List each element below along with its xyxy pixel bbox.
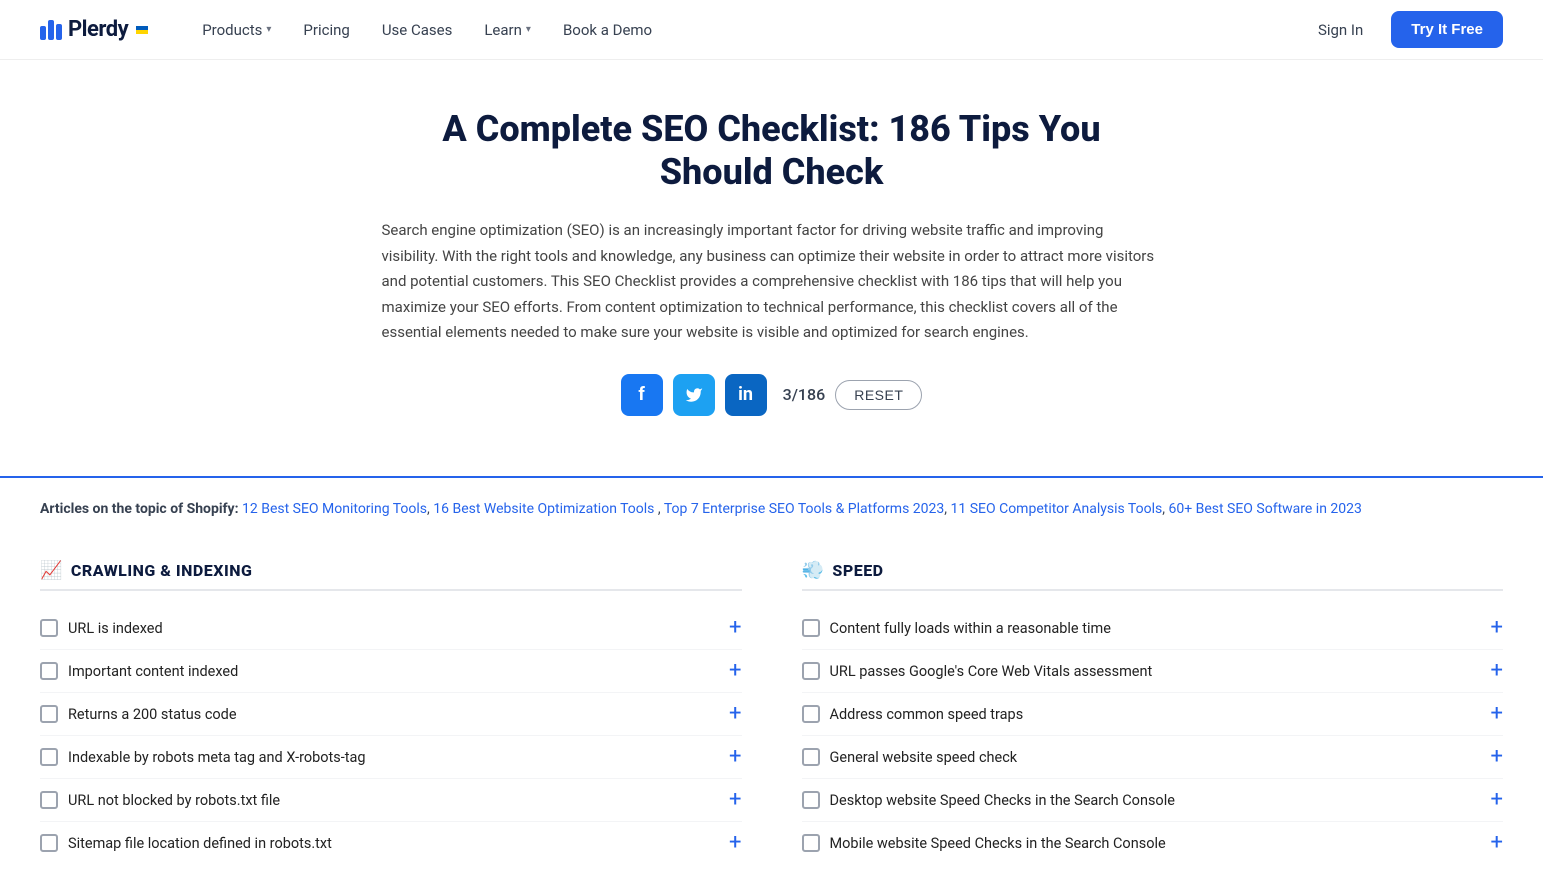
item-checkbox[interactable]	[40, 748, 58, 766]
articles-links: 12 Best SEO Monitoring Tools, 16 Best We…	[242, 501, 1362, 517]
item-checkbox[interactable]	[802, 791, 820, 809]
item-label: Desktop website Speed Checks in the Sear…	[830, 792, 1481, 809]
item-label: Mobile website Speed Checks in the Searc…	[830, 835, 1481, 852]
section-header-speed: 💨SPEED	[802, 560, 1504, 591]
progress-counter: 3/186	[783, 385, 826, 404]
item-checkbox[interactable]	[802, 748, 820, 766]
checklist-item: Indexable by robots meta tag and X-robot…	[40, 736, 742, 779]
checklist-item: Desktop website Speed Checks in the Sear…	[802, 779, 1504, 822]
item-expand-button[interactable]: +	[1491, 832, 1503, 854]
item-expand-button[interactable]: +	[1491, 746, 1503, 768]
article-link-0[interactable]: 12 Best SEO Monitoring Tools	[242, 501, 427, 517]
checklist-item: Important content indexed +	[40, 650, 742, 693]
item-label: Important content indexed	[68, 663, 719, 680]
section-speed: 💨SPEED Content fully loads within a reaso…	[802, 560, 1504, 864]
nav-item-use-cases[interactable]: Use Cases	[368, 13, 467, 47]
item-expand-button[interactable]: +	[729, 660, 741, 682]
header-right: Sign In Try It Free	[1306, 11, 1503, 48]
item-checkbox[interactable]	[802, 662, 820, 680]
checklist-item: Sitemap file location defined in robots.…	[40, 822, 742, 864]
section-crawling: 📈CRAWLING & INDEXINGURL is indexed+Impor…	[40, 560, 742, 864]
twitter-share-button[interactable]	[673, 374, 715, 416]
item-expand-button[interactable]: +	[729, 832, 741, 854]
item-label: General website speed check	[830, 749, 1481, 766]
facebook-share-button[interactable]: f	[621, 374, 663, 416]
chevron-down-icon: ▾	[526, 24, 531, 35]
reset-button[interactable]: RESET	[835, 380, 922, 410]
linkedin-share-button[interactable]: in	[725, 374, 767, 416]
item-checkbox[interactable]	[40, 662, 58, 680]
item-label: URL is indexed	[68, 620, 719, 637]
article-link-4[interactable]: 60+ Best SEO Software in 2023	[1168, 501, 1361, 517]
checklist-item: Content fully loads within a reasonable …	[802, 607, 1504, 650]
checklist-item: Address common speed traps +	[802, 693, 1504, 736]
chevron-down-icon: ▾	[266, 24, 271, 35]
checklist-grid: 📈CRAWLING & INDEXINGURL is indexed+Impor…	[0, 540, 1543, 884]
item-label: URL passes Google's Core Web Vitals asse…	[830, 663, 1481, 680]
section-header-crawling: 📈CRAWLING & INDEXING	[40, 560, 742, 591]
section-icon-crawling: 📈	[40, 560, 63, 581]
page-title: A Complete SEO Checklist: 186 Tips You S…	[382, 108, 1162, 194]
item-expand-button[interactable]: +	[729, 617, 741, 639]
hero-description: Search engine optimization (SEO) is an i…	[382, 218, 1162, 346]
nav-item-book-a-demo[interactable]: Book a Demo	[549, 13, 666, 47]
checklist-item: General website speed check +	[802, 736, 1504, 779]
item-checkbox[interactable]	[802, 619, 820, 637]
item-label: Content fully loads within a reasonable …	[830, 620, 1481, 637]
checklist-item: Returns a 200 status code +	[40, 693, 742, 736]
item-checkbox[interactable]	[40, 791, 58, 809]
item-expand-button[interactable]: +	[1491, 617, 1503, 639]
item-checkbox[interactable]	[802, 705, 820, 723]
sign-in-link[interactable]: Sign In	[1306, 13, 1375, 47]
item-checkbox[interactable]	[40, 834, 58, 852]
articles-prefix: Articles on the topic of Shopify:	[40, 501, 239, 517]
article-link-3[interactable]: 11 SEO Competitor Analysis Tools	[951, 501, 1163, 517]
item-label: Address common speed traps	[830, 706, 1481, 723]
item-expand-button[interactable]: +	[1491, 703, 1503, 725]
item-label: Returns a 200 status code	[68, 706, 719, 723]
logo-text: Plerdy	[68, 17, 128, 42]
item-checkbox[interactable]	[40, 705, 58, 723]
nav-item-pricing[interactable]: Pricing	[289, 13, 363, 47]
try-free-button[interactable]: Try It Free	[1391, 11, 1503, 48]
article-link-1[interactable]: 16 Best Website Optimization Tools	[433, 501, 654, 517]
checklist-item: URL passes Google's Core Web Vitals asse…	[802, 650, 1504, 693]
logo-icon	[40, 20, 62, 40]
main-nav: Products▾PricingUse CasesLearn▾Book a De…	[188, 13, 1306, 47]
item-label: Indexable by robots meta tag and X-robot…	[68, 749, 719, 766]
nav-item-learn[interactable]: Learn▾	[470, 13, 545, 47]
section-icon-speed: 💨	[802, 560, 825, 581]
item-checkbox[interactable]	[802, 834, 820, 852]
item-label: URL not blocked by robots.txt file	[68, 792, 719, 809]
item-label: Sitemap file location defined in robots.…	[68, 835, 719, 852]
logo[interactable]: Plerdy	[40, 17, 148, 42]
social-row: f in 3/186 RESET	[382, 374, 1162, 444]
articles-row: Articles on the topic of Shopify: 12 Bes…	[0, 478, 1543, 540]
nav-item-products[interactable]: Products▾	[188, 13, 285, 47]
checklist-item: Mobile website Speed Checks in the Searc…	[802, 822, 1504, 864]
item-expand-button[interactable]: +	[729, 789, 741, 811]
ukraine-flag-icon	[136, 26, 148, 34]
site-header: Plerdy Products▾PricingUse CasesLearn▾Bo…	[0, 0, 1543, 60]
item-expand-button[interactable]: +	[729, 703, 741, 725]
item-checkbox[interactable]	[40, 619, 58, 637]
hero-section: A Complete SEO Checklist: 186 Tips You S…	[362, 60, 1182, 476]
checklist-item: URL not blocked by robots.txt file +	[40, 779, 742, 822]
item-expand-button[interactable]: +	[1491, 789, 1503, 811]
item-expand-button[interactable]: +	[729, 746, 741, 768]
article-link-2[interactable]: Top 7 Enterprise SEO Tools & Platforms 2…	[664, 501, 944, 517]
item-expand-button[interactable]: +	[1491, 660, 1503, 682]
checklist-item: URL is indexed +	[40, 607, 742, 650]
